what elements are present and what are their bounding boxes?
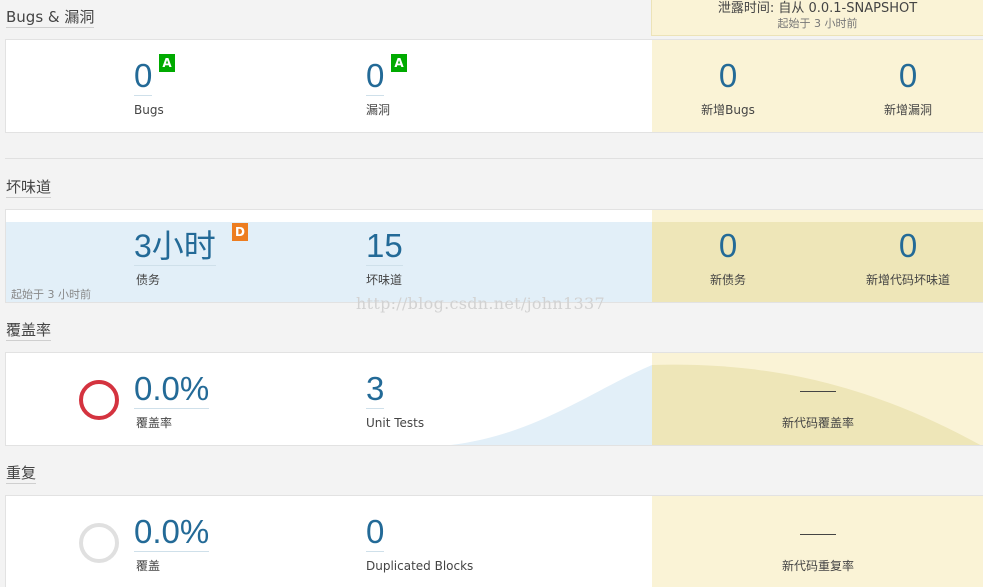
bugs-section-title[interactable]: Bugs & 漏洞 — [6, 8, 95, 28]
code-smells-panel: 3小时 D 债务 15 坏味道 起始于 3 小时前 0 新债务 0 新增代码坏味… — [5, 209, 983, 303]
new-code-smells-label: 新增代码坏味道 — [865, 273, 950, 287]
duplications-value[interactable]: 0.0% — [134, 514, 210, 552]
vulnerabilities-rating-badge[interactable]: A — [391, 54, 407, 72]
leak-period-subtitle: 起始于 3 小时前 — [777, 17, 858, 30]
coverage-panel: 0.0% 覆盖率 3 Unit Tests 新代码覆盖率 — [5, 352, 983, 446]
new-bugs-label: 新增Bugs — [701, 103, 755, 117]
coverage-trend-area — [449, 365, 652, 445]
leak-period-title: 泄露时间: 自从 0.0.1-SNAPSHOT — [717, 1, 918, 16]
duplications-panel: 0.0% 覆盖 0 Duplicated Blocks 新代码重复率 — [5, 495, 983, 587]
coverage-value[interactable]: 0.0% — [134, 371, 210, 409]
duplicated-blocks-label: Duplicated Blocks — [366, 559, 474, 573]
technical-debt-rating-badge[interactable]: D — [232, 223, 248, 241]
code-smells-highlight — [6, 222, 652, 302]
new-duplications-empty-dash — [800, 534, 836, 535]
duplications-ring-icon[interactable] — [78, 522, 120, 564]
unit-tests-value[interactable]: 3 — [366, 371, 385, 409]
duplicated-blocks-value[interactable]: 0 — [366, 514, 385, 552]
code-smells-section-title[interactable]: 坏味道 — [6, 178, 52, 198]
bugs-label: Bugs — [134, 103, 164, 117]
new-coverage-label: 新代码覆盖率 — [781, 416, 854, 430]
new-bugs-value[interactable]: 0 — [648, 58, 808, 94]
bugs-panel: 0 A Bugs 0 A 漏洞 0 新增Bugs 0 新增漏洞 — [5, 39, 983, 133]
vulnerabilities-label: 漏洞 — [366, 103, 391, 117]
duplications-label: 覆盖 — [136, 559, 161, 573]
new-vulnerabilities-label: 新增漏洞 — [883, 103, 932, 117]
code-smells-since-text: 起始于 3 小时前 — [11, 288, 91, 301]
technical-debt-value[interactable]: 3小时 — [134, 228, 216, 266]
duplications-section-title[interactable]: 重复 — [6, 464, 37, 484]
coverage-ring-icon[interactable] — [78, 379, 120, 421]
new-duplications-label: 新代码重复率 — [781, 559, 854, 573]
unit-tests-label: Unit Tests — [366, 416, 425, 430]
coverage-section-title[interactable]: 覆盖率 — [6, 321, 52, 341]
section-divider — [5, 158, 983, 159]
bugs-rating-badge[interactable]: A — [159, 54, 175, 72]
new-debt-label: 新债务 — [709, 273, 746, 287]
new-vulnerabilities-value[interactable]: 0 — [828, 58, 983, 94]
code-smells-value[interactable]: 15 — [366, 228, 403, 266]
vulnerabilities-value[interactable]: 0 — [366, 58, 385, 96]
new-code-smells-value[interactable]: 0 — [828, 228, 983, 264]
watermark-text: http://blog.csdn.net/john1337 — [356, 294, 605, 313]
bugs-value[interactable]: 0 — [134, 58, 153, 96]
coverage-leak-trend-area — [652, 364, 981, 445]
leak-period-header: 泄露时间: 自从 0.0.1-SNAPSHOT 起始于 3 小时前 — [651, 0, 983, 36]
coverage-label: 覆盖率 — [136, 416, 173, 430]
new-debt-value[interactable]: 0 — [648, 228, 808, 264]
code-smells-label: 坏味道 — [366, 273, 403, 287]
technical-debt-label: 债务 — [136, 273, 161, 287]
new-coverage-empty-dash — [800, 391, 836, 392]
duplications-leak-column — [652, 496, 983, 587]
